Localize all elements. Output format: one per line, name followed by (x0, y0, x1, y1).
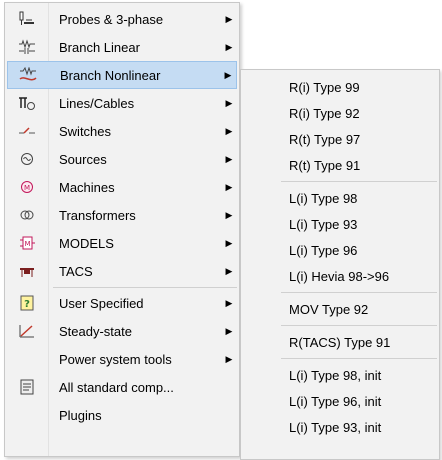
transformer-icon (7, 201, 47, 229)
models-icon: M (7, 229, 47, 257)
submenu-arrow-icon: ▶ (225, 237, 233, 248)
submenu-arrow-icon: ▶ (225, 97, 233, 108)
switch-icon (7, 117, 47, 145)
menu-item-label: Transformers (59, 207, 136, 223)
submenu-arrow-icon: ▶ (225, 325, 233, 336)
menu-item-label: Branch Linear (59, 39, 140, 55)
menu-item-branch-nonlinear[interactable]: Branch Nonlinear ▶ (7, 61, 237, 89)
submenu-arrow-icon: ▶ (225, 41, 233, 52)
svg-text:M: M (24, 184, 30, 192)
submenu-item-l-type98[interactable]: L(i) Type 98 (289, 185, 357, 211)
menu-item-models[interactable]: M MODELS ▶ (7, 229, 237, 257)
menu-item-label: Lines/Cables (59, 95, 135, 111)
submenu-separator (281, 181, 437, 182)
user-specified-icon: ? (7, 289, 47, 317)
menu-item-all-standard[interactable]: All standard comp... (7, 373, 237, 401)
submenu-item-l-hevia[interactable]: L(i) Hevia 98->96 (289, 263, 389, 289)
submenu-arrow-icon: ▶ (225, 13, 233, 24)
menu-item-tacs[interactable]: TACS ▶ (7, 257, 237, 285)
machine-icon: M (7, 173, 47, 201)
menu-item-plugins[interactable]: Plugins (7, 401, 237, 429)
submenu-item-r-type99[interactable]: R(i) Type 99 (289, 74, 360, 100)
submenu-arrow-icon: ▶ (224, 69, 232, 80)
submenu-arrow-icon: ▶ (225, 153, 233, 164)
steady-state-icon (7, 317, 47, 345)
menu-item-lines-cables[interactable]: Lines/Cables ▶ (7, 89, 237, 117)
submenu-item-l-type93[interactable]: L(i) Type 93 (289, 211, 357, 237)
probe-icon (7, 5, 47, 33)
submenu-item-l-type93-init[interactable]: L(i) Type 93, init (289, 414, 381, 440)
menu-item-user-specified[interactable]: ? User Specified ▶ (7, 289, 237, 317)
menu-item-label: User Specified (59, 295, 144, 311)
menu-item-label: Probes & 3-phase (59, 11, 164, 27)
menu-item-label: MODELS (59, 235, 114, 251)
menu-item-sources[interactable]: Sources ▶ (7, 145, 237, 173)
submenu-item-rt-type91[interactable]: R(t) Type 91 (289, 152, 360, 178)
menu-item-label: Plugins (59, 407, 102, 423)
submenu-separator (281, 292, 437, 293)
submenu-arrow-icon: ▶ (225, 125, 233, 136)
submenu-item-r-type92[interactable]: R(i) Type 92 (289, 100, 360, 126)
main-menu: Probes & 3-phase ▶ Branch Linear ▶ Branc… (4, 2, 240, 457)
submenu-item-l-type98-init[interactable]: L(i) Type 98, init (289, 362, 381, 388)
svg-text:?: ? (24, 299, 30, 310)
submenu-arrow-icon: ▶ (225, 353, 233, 364)
menu-item-probes[interactable]: Probes & 3-phase ▶ (7, 5, 237, 33)
submenu-separator (281, 325, 437, 326)
submenu-separator (281, 358, 437, 359)
source-icon (7, 145, 47, 173)
menu-item-label: Sources (59, 151, 107, 167)
submenu-arrow-icon: ▶ (225, 297, 233, 308)
submenu-arrow-icon: ▶ (225, 265, 233, 276)
menu-item-label: Switches (59, 123, 112, 139)
menu-separator (53, 287, 237, 288)
tacs-icon (7, 257, 47, 285)
branch-nonlinear-icon (8, 61, 48, 89)
menu-item-machines[interactable]: M Machines ▶ (7, 173, 237, 201)
branch-linear-icon (7, 33, 47, 61)
svg-text:M: M (24, 240, 30, 248)
menu-item-steady-state[interactable]: Steady-state ▶ (7, 317, 237, 345)
menu-item-label: Branch Nonlinear (60, 67, 161, 83)
menu-item-branch-linear[interactable]: Branch Linear ▶ (7, 33, 237, 61)
submenu-item-l-type96[interactable]: L(i) Type 96 (289, 237, 357, 263)
submenu-item-rt-type97[interactable]: R(t) Type 97 (289, 126, 360, 152)
menu-item-label: Power system tools (59, 351, 172, 367)
menu-item-switches[interactable]: Switches ▶ (7, 117, 237, 145)
menu-item-label: TACS (59, 263, 93, 279)
submenu-item-mov-type92[interactable]: MOV Type 92 (289, 296, 368, 322)
submenu-item-l-type96-init[interactable]: L(i) Type 96, init (289, 388, 381, 414)
menu-item-label: All standard comp... (59, 379, 174, 395)
menu-item-power-system-tools[interactable]: Power system tools ▶ (7, 345, 237, 373)
menu-item-label: Machines (59, 179, 115, 195)
lines-cables-icon (7, 89, 47, 117)
branch-nonlinear-submenu: R(i) Type 99 R(i) Type 92 R(t) Type 97 R… (240, 69, 440, 460)
submenu-item-rtacs-type91[interactable]: R(TACS) Type 91 (289, 329, 390, 355)
submenu-arrow-icon: ▶ (225, 181, 233, 192)
menu-item-transformers[interactable]: Transformers ▶ (7, 201, 237, 229)
menu-item-label: Steady-state (59, 323, 132, 339)
submenu-arrow-icon: ▶ (225, 209, 233, 220)
document-icon (7, 373, 47, 401)
